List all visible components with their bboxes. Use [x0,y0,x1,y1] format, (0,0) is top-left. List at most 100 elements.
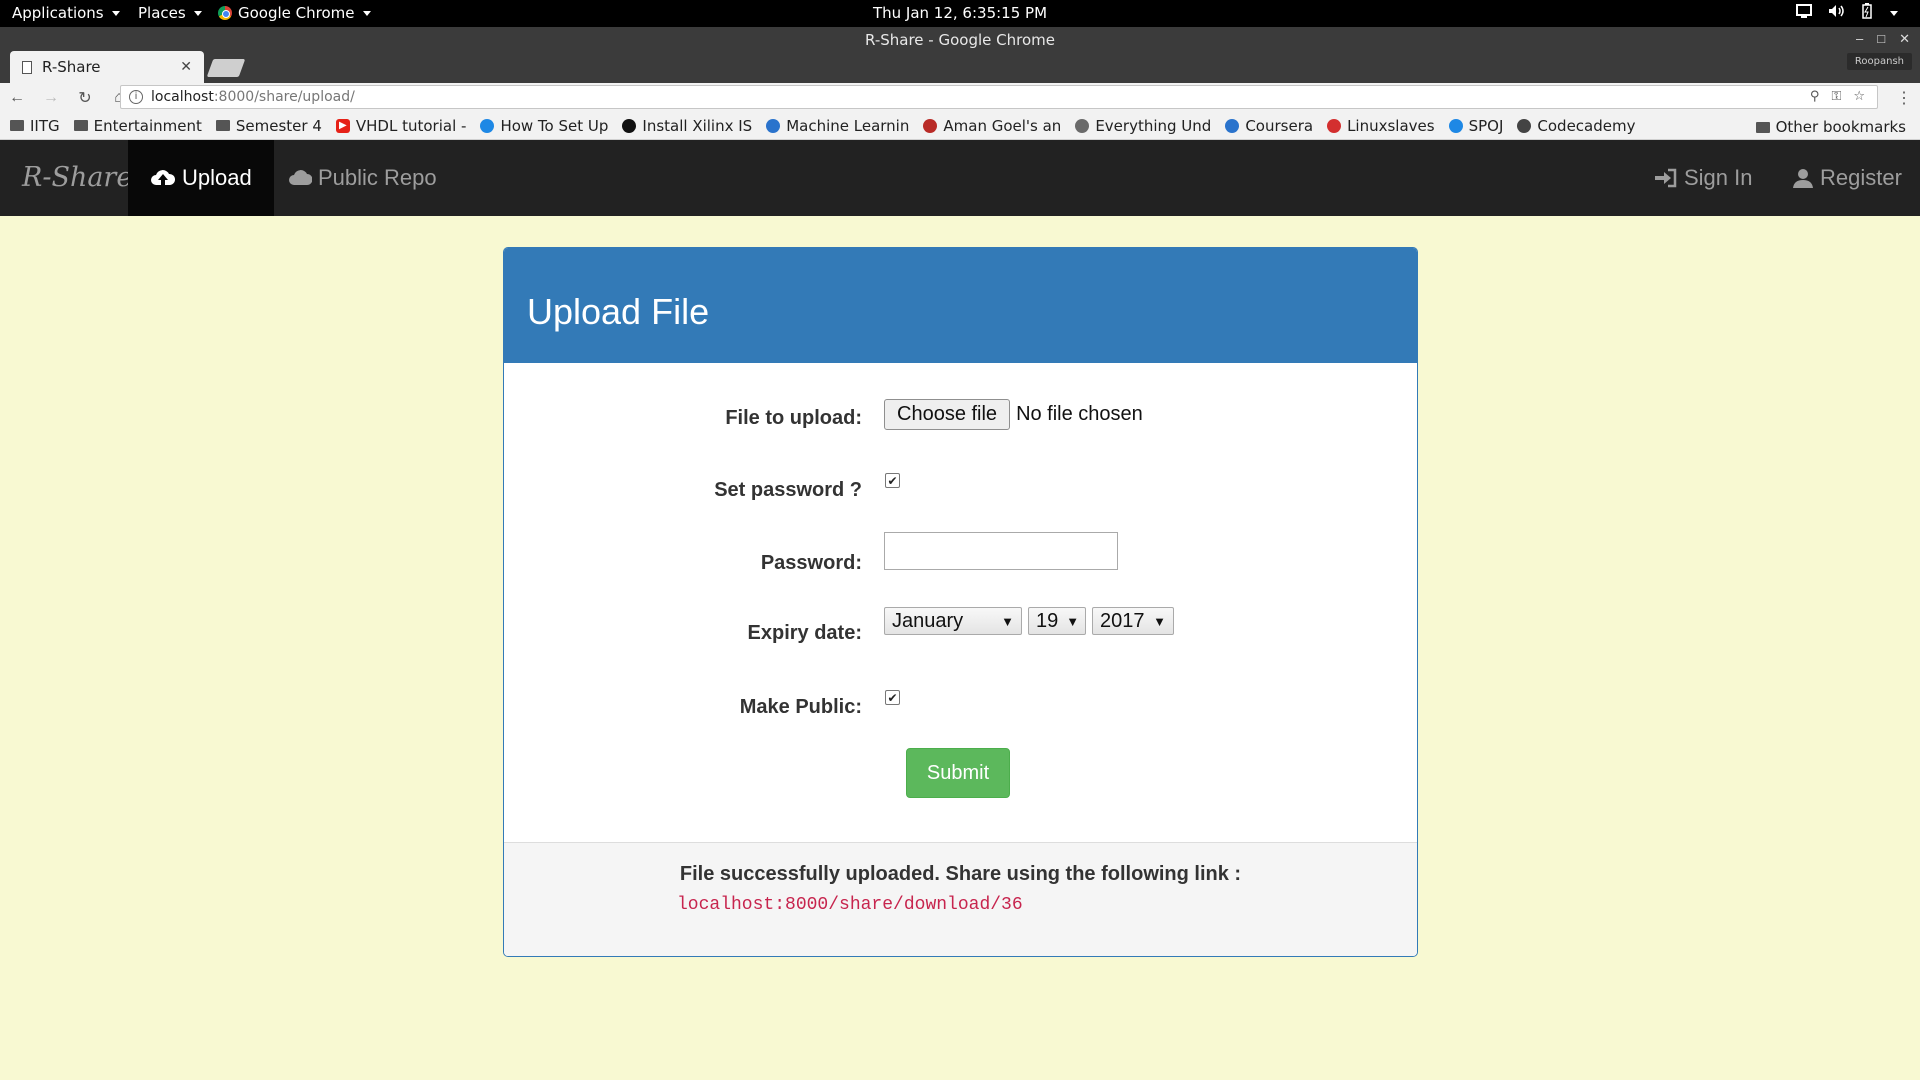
chevron-down-icon [1890,10,1898,16]
expiry-label: Expiry date: [747,622,862,644]
brand-logo[interactable]: R-Share [22,162,132,193]
menu-icon[interactable]: ⋮ [1896,88,1912,108]
user-icon [1793,169,1813,188]
close-icon[interactable]: ✕ [1899,31,1910,47]
applications-label: Applications [12,4,104,22]
browser-toolbar: ← → ↻ ⌂ i localhost:8000/share/upload/ ⚲… [0,83,1920,112]
page-icon [22,60,32,74]
favicon-icon [1517,118,1532,133]
expiry-year-select[interactable]: 2017 ▼ [1092,607,1174,635]
info-icon[interactable]: i [129,90,143,104]
app-menu[interactable]: Google Chrome [218,4,371,22]
bookmark-item[interactable]: Machine Learnin [766,117,909,135]
window-controls: – □ ✕ [1856,31,1910,47]
password-field[interactable] [884,532,1118,570]
nav-sign-in-label: Sign In [1684,165,1753,190]
browser-tab[interactable]: R-Share ✕ [10,51,204,83]
share-link[interactable]: localhost:8000/share/download/36 [677,895,1023,915]
upload-panel: Upload File File to upload: Choose file N… [503,247,1418,957]
choose-file-button[interactable]: Choose file [884,399,1011,430]
maximize-icon[interactable]: □ [1877,31,1885,47]
address-bar[interactable]: i localhost:8000/share/upload/ ⚲ ⚿ ☆ [120,85,1878,109]
bookmark-item[interactable]: Linuxslaves [1327,117,1435,135]
favicon-icon [766,118,781,133]
bookmark-label: Everything Und [1095,116,1212,135]
file-status: No file chosen [1016,403,1143,425]
star-icon[interactable]: ☆ [1853,89,1865,104]
key-icon[interactable]: ⚿ [1831,89,1841,104]
bookmark-item[interactable]: SPOJ [1448,117,1503,135]
favicon-icon [1327,118,1342,133]
bookmark-label: How To Set Up [500,116,609,135]
system-top-bar: Applications Places Google Chrome Thu Ja… [0,0,1920,27]
submit-button[interactable]: Submit [906,748,1010,798]
nav-upload-label: Upload [182,165,252,190]
caret-down-icon: ▼ [1001,613,1014,629]
expiry-date-controls: January ▼ 19 ▼ 2017 ▼ [884,607,1180,635]
expiry-year-value: 2017 [1100,609,1145,632]
favicon-icon [1075,118,1090,133]
caret-down-icon: ▼ [1153,613,1166,629]
display-icon [1796,4,1812,22]
nav-public-repo[interactable]: Public Repo [266,140,459,216]
chevron-down-icon [111,10,120,16]
site-navbar: R-Share Upload Public Repo Sign In Regis… [0,140,1920,216]
bookmark-item[interactable]: Semester 4 [215,117,322,135]
close-icon[interactable]: ✕ [180,59,192,75]
chevron-down-icon [362,10,371,16]
bookmark-label: Linuxslaves [1347,116,1435,135]
bookmark-label: Machine Learnin [786,116,910,135]
forward-icon[interactable]: → [34,89,68,107]
url-host: localhost [151,89,214,105]
nav-register[interactable]: Register [1770,140,1920,216]
bookmark-item[interactable]: ▶ VHDL tutorial - [335,117,466,135]
bookmark-label: Codecademy [1537,116,1636,135]
expiry-month-select[interactable]: January ▼ [884,607,1022,635]
chrome-icon [218,6,232,20]
bookmark-label: IITG [30,116,60,135]
password-input[interactable] [884,532,1118,570]
applications-menu[interactable]: Applications [12,4,120,22]
folder-icon [215,120,230,131]
nav-sign-in[interactable]: Sign In [1632,140,1775,216]
caret-down-icon: ▼ [1066,613,1080,629]
favicon-icon [622,118,637,133]
set-password-label: Set password ? [714,479,862,501]
nav-public-repo-label: Public Repo [318,165,437,190]
chrome-titlebar: R-Share - Google Chrome – □ ✕ Roopansh R… [0,27,1920,83]
expiry-month-value: January [892,609,964,632]
make-public-checkbox[interactable]: ✔ [885,690,900,705]
profile-button[interactable]: Roopansh [1846,53,1912,70]
bookmark-label: Entertainment [93,116,202,135]
bookmarks-bar: IITG Entertainment Semester 4 ▶ VHDL tutoria… [0,112,1920,140]
places-menu[interactable]: Places [138,4,202,22]
bookmark-item[interactable]: How To Set Up [480,117,608,135]
file-input[interactable]: Choose file No file chosen [884,399,1143,430]
bookmark-label: Coursera [1245,116,1314,135]
places-label: Places [138,4,186,22]
tab-title: R-Share [42,58,101,76]
bookmark-item[interactable]: Codecademy [1517,117,1635,135]
nav-upload[interactable]: Upload [128,140,274,216]
bookmark-item[interactable]: Coursera [1225,117,1313,135]
system-tray[interactable] [1796,3,1898,23]
expiry-day-select[interactable]: 19 ▼ [1028,607,1086,635]
bookmark-item[interactable]: Aman Goel's an [923,117,1061,135]
other-bookmarks[interactable]: Other bookmarks [1755,118,1906,136]
bookmark-item[interactable]: Everything Und [1075,117,1211,135]
expiry-day-value: 19 [1036,609,1059,632]
bookmark-item[interactable]: Install Xilinx IS [622,117,752,135]
reload-icon[interactable]: ↻ [68,88,102,108]
sign-in-icon [1655,168,1677,188]
folder-icon [73,120,88,131]
zoom-icon[interactable]: ⚲ [1810,89,1820,104]
set-password-checkbox[interactable]: ✔ [885,473,900,488]
minimize-icon[interactable]: – [1856,31,1863,47]
new-tab-button[interactable] [206,59,246,77]
panel-footer: File successfully uploaded. Share using … [504,842,1417,956]
bookmark-item[interactable]: Entertainment [73,116,202,135]
file-label: File to upload: [725,407,862,429]
back-icon[interactable]: ← [0,89,34,107]
bookmark-item[interactable]: IITG [10,117,60,135]
favicon-icon [1225,118,1240,133]
